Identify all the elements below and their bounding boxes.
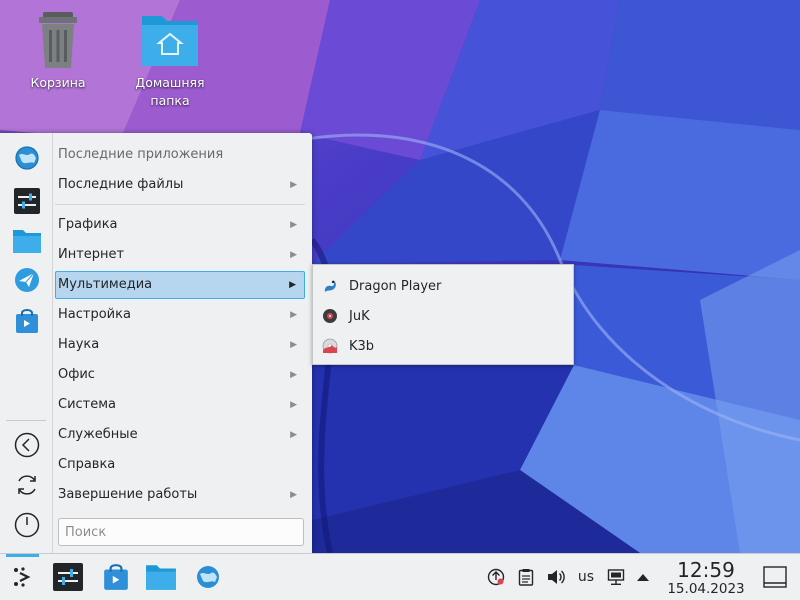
- chevron-right-icon: ▶: [290, 430, 297, 440]
- chevron-right-icon: ▶: [289, 280, 296, 290]
- chevron-right-icon: ▶: [290, 250, 297, 260]
- menu-item-label: Мультимедиа: [58, 277, 153, 292]
- show-desktop-button[interactable]: [762, 564, 788, 590]
- menu-item-recent-apps[interactable]: Последние приложения: [55, 141, 305, 169]
- menu-item-shutdown[interactable]: Завершение работы ▶: [55, 481, 305, 509]
- volume-icon: [548, 570, 565, 584]
- submenu-item-label: K3b: [349, 338, 375, 354]
- show-desktop-icon: [763, 566, 787, 588]
- restart-button[interactable]: [10, 470, 44, 500]
- chevron-right-icon: ▶: [290, 400, 297, 410]
- menu-item-help[interactable]: Справка: [55, 451, 305, 479]
- submenu-item-k3b[interactable]: K3b: [318, 332, 568, 360]
- trash-label: Корзина: [30, 75, 86, 90]
- favorite-discover-store[interactable]: [10, 306, 44, 336]
- system-settings-globe-icon: [15, 146, 39, 170]
- kde-launcher-icon: [13, 567, 30, 587]
- taskbar-panel: us 12:59 15.04.2023: [0, 553, 800, 600]
- menu-item-label: Настройка: [58, 307, 131, 322]
- home-folder-icon: [142, 16, 198, 66]
- chevron-right-icon: ▶: [290, 180, 297, 190]
- dragon-player-icon: [321, 277, 339, 295]
- globe-icon: [197, 566, 219, 588]
- folder-icon: [146, 565, 176, 590]
- task-file-manager[interactable]: [143, 559, 179, 595]
- discover-bag-icon: [16, 309, 38, 333]
- desktop-icon-trash[interactable]: Корзина: [10, 10, 106, 92]
- search-input[interactable]: [58, 518, 304, 546]
- tray-keyboard-layout[interactable]: us: [574, 564, 598, 590]
- desktop-icon-home-folder[interactable]: Домашняя папка: [122, 10, 218, 110]
- folder-icon: [13, 230, 41, 253]
- favorite-system-settings[interactable]: [10, 186, 44, 216]
- application-menu: Последние приложения Последние файлы ▶ Г…: [0, 133, 312, 553]
- settings-sliders-icon: [14, 188, 40, 214]
- chevron-up-icon: [637, 574, 649, 581]
- menu-item-internet[interactable]: Интернет ▶: [55, 241, 305, 269]
- menu-item-label: Офис: [58, 367, 95, 382]
- menu-item-label: Завершение работы: [58, 487, 198, 502]
- menu-item-label: Справка: [58, 457, 116, 472]
- sidebar-separator: [6, 420, 46, 421]
- juk-icon: [321, 307, 339, 325]
- task-system-settings[interactable]: [50, 559, 86, 595]
- network-wired-icon: [607, 569, 625, 585]
- settings-sliders-icon: [53, 563, 83, 591]
- menu-item-label: Последние файлы: [58, 177, 184, 192]
- chevron-right-icon: ▶: [290, 370, 297, 380]
- restart-icon: [18, 475, 36, 495]
- chevron-right-icon: ▶: [290, 490, 297, 500]
- arrow-left-circle-icon: [14, 432, 40, 458]
- menu-item-utilities[interactable]: Служебные ▶: [55, 421, 305, 449]
- menu-item-label: Система: [58, 397, 117, 412]
- clock-date[interactable]: 15.04.2023: [660, 581, 752, 597]
- tray-expand-button[interactable]: [634, 564, 652, 590]
- trash-icon: [39, 12, 77, 68]
- launcher-active-indicator: [6, 554, 39, 557]
- submenu-item-label: Dragon Player: [349, 278, 442, 294]
- favorites-sidebar: [0, 133, 53, 553]
- keyboard-layout-indicator: us: [577, 569, 595, 585]
- favorite-file-manager[interactable]: [10, 226, 44, 256]
- tray-volume[interactable]: [544, 564, 568, 590]
- tray-clipboard[interactable]: [515, 564, 537, 590]
- clipboard-icon: [518, 569, 534, 586]
- menu-item-label: Служебные: [58, 427, 138, 442]
- chevron-right-icon: ▶: [290, 340, 297, 350]
- favorite-discover[interactable]: [10, 143, 44, 173]
- kmail-bird-icon: [15, 268, 39, 292]
- submenu-item-juk[interactable]: JuK: [318, 302, 568, 330]
- update-notifier-icon: [487, 568, 505, 586]
- menu-item-recent-files[interactable]: Последние файлы ▶: [55, 171, 305, 199]
- menu-item-label: Интернет: [58, 247, 125, 262]
- application-launcher-button[interactable]: [6, 559, 39, 595]
- discover-bag-icon: [104, 564, 128, 590]
- chevron-right-icon: ▶: [290, 220, 297, 230]
- k3b-icon: [321, 337, 339, 355]
- power-icon: [14, 512, 40, 538]
- tray-updates[interactable]: [485, 564, 507, 590]
- menu-item-settings[interactable]: Настройка ▶: [55, 301, 305, 329]
- submenu-item-dragon-player[interactable]: Dragon Player: [318, 272, 568, 300]
- menu-item-label: Наука: [58, 337, 100, 352]
- menu-item-graphics[interactable]: Графика ▶: [55, 211, 305, 239]
- menu-item-system[interactable]: Система ▶: [55, 391, 305, 419]
- menu-item-office[interactable]: Офис ▶: [55, 361, 305, 389]
- submenu-item-label: JuK: [349, 308, 370, 324]
- favorite-kmail[interactable]: [10, 265, 44, 295]
- chevron-right-icon: ▶: [290, 310, 297, 320]
- task-discover[interactable]: [98, 559, 134, 595]
- menu-item-label: Последние приложения: [58, 147, 224, 162]
- home-folder-label: Домашняя папка: [135, 75, 205, 108]
- shutdown-button[interactable]: [10, 510, 44, 540]
- multimedia-submenu: Dragon Player JuK K3b: [312, 264, 574, 365]
- menu-item-multimedia[interactable]: Мультимедиа ▶: [55, 271, 305, 299]
- menu-item-label: Графика: [58, 217, 118, 232]
- menu-item-science[interactable]: Наука ▶: [55, 331, 305, 359]
- tray-network[interactable]: [604, 564, 628, 590]
- leave-lock-button[interactable]: [10, 430, 44, 460]
- menu-separator: [55, 204, 305, 205]
- clock-time[interactable]: 12:59: [660, 558, 752, 582]
- task-globe-app[interactable]: [190, 559, 226, 595]
